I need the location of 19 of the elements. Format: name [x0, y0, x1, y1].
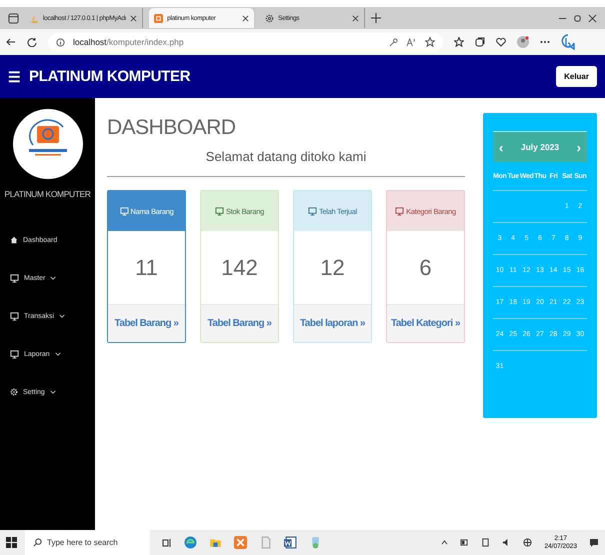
logout-button[interactable]: Keluar [556, 66, 597, 87]
page-heading: DASHBOARD [107, 116, 237, 140]
prev-month-button[interactable]: ‹ [499, 140, 504, 154]
welcome-text: Selamat datang ditoko kami [204, 149, 368, 164]
table-link[interactable]: Tabel Barang » [204, 318, 275, 329]
card-value: 6 [418, 254, 433, 282]
menu-toggle[interactable]: ☰ [8, 68, 21, 84]
sidebar-brand: PLATINUM KOMPUTER [4, 189, 91, 199]
card-value: 142 [220, 254, 259, 282]
site-title: PLATINUM KOMPUTER [29, 68, 190, 85]
next-month-button[interactable]: › [576, 140, 581, 154]
card-value: 12 [319, 254, 346, 282]
table-link[interactable]: Tabel Barang » [111, 318, 182, 329]
address-bar[interactable]: localhost/komputer/index.php [48, 32, 443, 52]
month-title: July 2023 [520, 142, 560, 152]
taskbar-search-field[interactable]: Type here to search [25, 530, 150, 555]
card-value: 11 [134, 254, 159, 282]
table-link[interactable]: Tabel Kategori » [390, 318, 461, 329]
table-link[interactable]: Tabel laporan » [297, 318, 368, 329]
